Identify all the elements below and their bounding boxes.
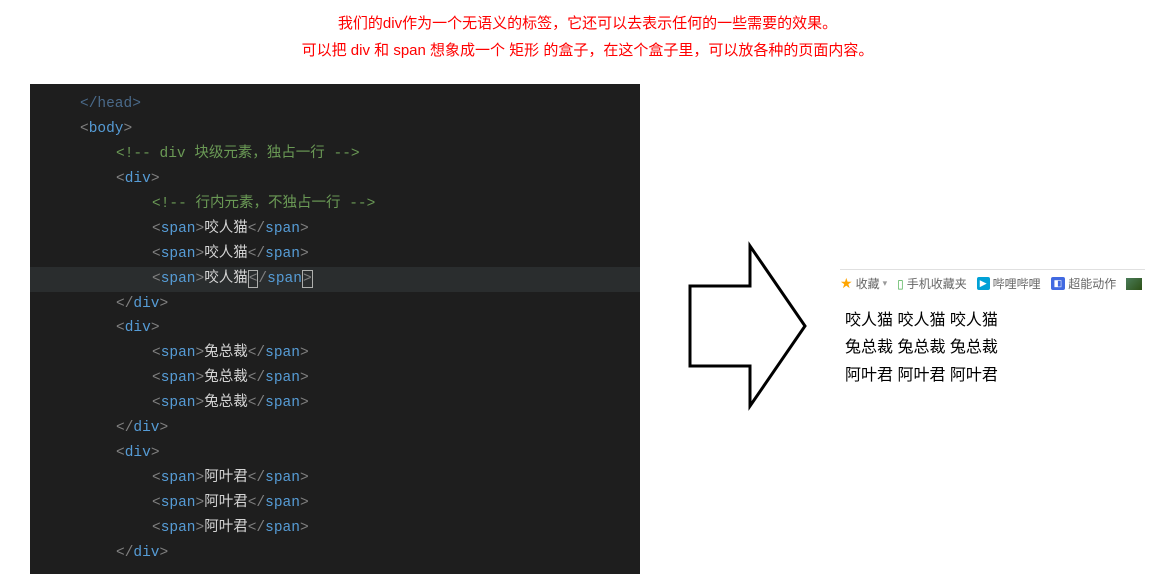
bookmark-mobile[interactable]: ▯ 手机收藏夹 xyxy=(897,275,967,292)
star-icon: ★ xyxy=(840,275,853,292)
arrow-icon xyxy=(680,236,810,421)
bookmark-bar: ★ 收藏 ▾ ▯ 手机收藏夹 ▶ 哔哩哔哩 ◧ 超能动作 xyxy=(840,269,1145,307)
code-line: <!-- div 块级元素，独占一行 --> xyxy=(30,142,640,167)
cursor-position: > xyxy=(302,270,313,288)
chevron-down-icon: ▾ xyxy=(883,278,888,289)
output-line: 咬人猫 咬人猫 咬人猫 xyxy=(845,307,1145,334)
code-editor: </head> <body> <!-- div 块级元素，独占一行 --> <d… xyxy=(30,84,640,574)
output-line: 兔总裁 兔总裁 兔总裁 xyxy=(845,334,1145,361)
bili-icon: ▶ xyxy=(977,277,990,290)
browser-output: ★ 收藏 ▾ ▯ 手机收藏夹 ▶ 哔哩哔哩 ◧ 超能动作 咬人猫 咬人猫 咬人猫… xyxy=(840,269,1145,389)
code-line: <div> xyxy=(30,441,640,466)
description-line2: 可以把 div 和 span 想象成一个 矩形 的盒子，在这个盒子里，可以放各种… xyxy=(0,37,1175,64)
rendered-output: 咬人猫 咬人猫 咬人猫 兔总裁 兔总裁 兔总裁 阿叶君 阿叶君 阿叶君 xyxy=(840,307,1145,389)
main-content: </head> <body> <!-- div 块级元素，独占一行 --> <d… xyxy=(0,84,1175,574)
code-line: <span>兔总裁</span> xyxy=(30,341,640,366)
code-line: </div> xyxy=(30,292,640,317)
description-line1: 我们的div作为一个无语义的标签，它还可以去表示任何的一些需要的效果。 xyxy=(0,10,1175,37)
bookmark-label: 超能动作 xyxy=(1068,275,1116,292)
code-line: <span>咬人猫</span> xyxy=(30,217,640,242)
output-line: 阿叶君 阿叶君 阿叶君 xyxy=(845,362,1145,389)
description-text: 我们的div作为一个无语义的标签，它还可以去表示任何的一些需要的效果。 可以把 … xyxy=(0,0,1175,84)
cursor-position: < xyxy=(248,270,259,288)
code-line: <span>咬人猫</span> xyxy=(30,242,640,267)
code-line: </div> xyxy=(30,541,640,566)
code-line: <div> xyxy=(30,316,640,341)
code-line: <span>阿叶君</span> xyxy=(30,491,640,516)
thumbnail-icon xyxy=(1126,278,1142,290)
faded-head-close: </head> xyxy=(80,96,141,112)
bookmark-label: 手机收藏夹 xyxy=(907,275,967,292)
code-line: <body> xyxy=(30,117,640,142)
bookmark-label: 哔哩哔哩 xyxy=(993,275,1041,292)
code-line: <!-- 行内元素，不独占一行 --> xyxy=(30,192,640,217)
code-line: </div> xyxy=(30,416,640,441)
code-line: <span>阿叶君</span> xyxy=(30,516,640,541)
bookmark-favorite[interactable]: ★ 收藏 ▾ xyxy=(840,275,887,292)
code-line: <span>兔总裁</span> xyxy=(30,391,640,416)
code-line: <span>阿叶君</span> xyxy=(30,466,640,491)
bookmark-label: 收藏 xyxy=(856,275,880,292)
code-line: <div> xyxy=(30,167,640,192)
code-line: <span>兔总裁</span> xyxy=(30,366,640,391)
code-line: </head> xyxy=(30,92,640,117)
phone-icon: ▯ xyxy=(897,277,904,291)
hero-icon: ◧ xyxy=(1051,277,1066,290)
code-line-active: <span>咬人猫</span> xyxy=(30,267,640,292)
bookmark-hero[interactable]: ◧ 超能动作 xyxy=(1051,275,1117,292)
bookmark-bilibili[interactable]: ▶ 哔哩哔哩 xyxy=(977,275,1041,292)
bookmark-thumbnail[interactable] xyxy=(1126,278,1142,290)
